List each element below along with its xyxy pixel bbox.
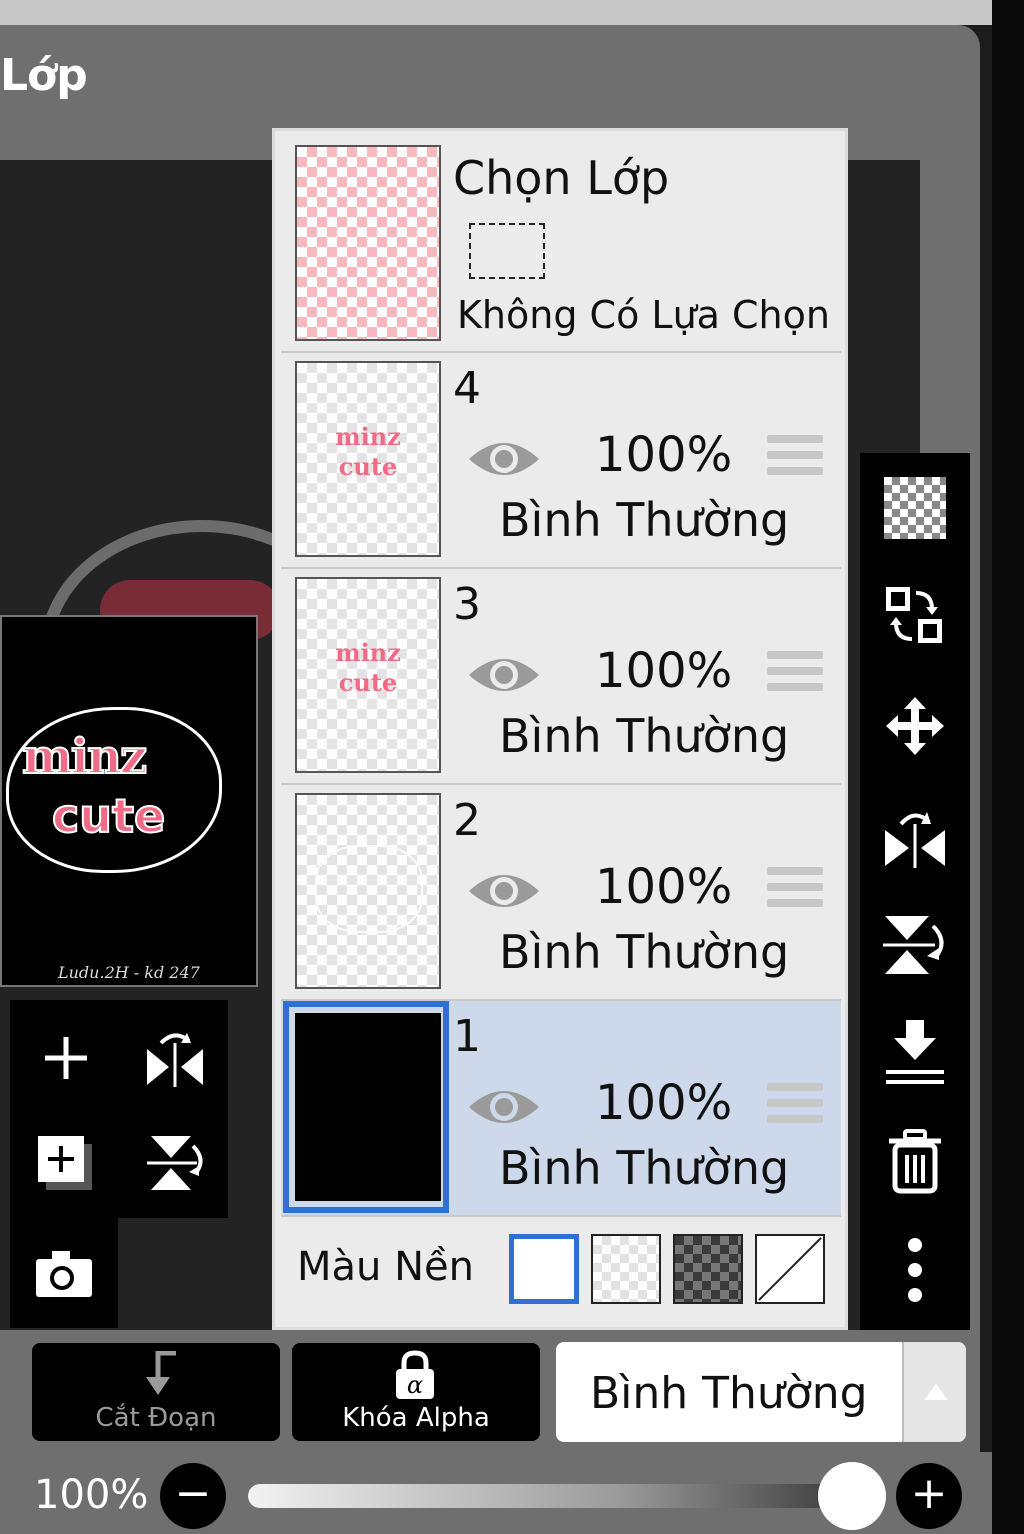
layer-row-1[interactable]: 1 100% Bình Thường — [281, 1001, 841, 1217]
cloud-outline — [315, 845, 423, 933]
layer-number: 4 — [453, 363, 481, 414]
swap-layers-icon[interactable] — [882, 583, 948, 649]
layer-opacity: 100% — [595, 859, 733, 915]
layer-blend-mode[interactable]: Bình Thường — [499, 709, 789, 763]
decrease-opacity-button[interactable]: − — [160, 1463, 226, 1529]
drag-handle-icon[interactable] — [767, 435, 823, 479]
layer-thumbnail — [295, 1013, 441, 1201]
left-toolbar-bottom — [10, 1218, 118, 1328]
layer-row-3[interactable]: minz cute 3 100% Bình Thường — [281, 569, 841, 785]
blend-mode-value: Bình Thường — [590, 1368, 868, 1419]
flip-horizontal-icon[interactable] — [140, 1024, 210, 1090]
layer-opacity: 100% — [595, 1075, 733, 1131]
layer-thumbnail: minz cute — [295, 577, 441, 773]
preview-word-1: minz — [21, 728, 148, 786]
opacity-slider-track[interactable] — [248, 1484, 868, 1508]
visibility-eye-icon[interactable] — [467, 867, 541, 915]
camera-icon[interactable] — [32, 1246, 96, 1302]
visibility-eye-icon[interactable] — [467, 435, 541, 483]
alpha-lock-label: Khóa Alpha — [342, 1403, 490, 1433]
flip-vertical-icon[interactable] — [882, 911, 948, 977]
layer-thumbnail: minz cute — [295, 361, 441, 557]
layer-opacity: 100% — [595, 427, 733, 483]
layer-blend-mode[interactable]: Bình Thường — [499, 925, 789, 979]
bg-swatch-light-checker[interactable] — [591, 1234, 661, 1304]
thumb-text: cute — [338, 668, 398, 697]
bg-swatch-none[interactable] — [755, 1234, 825, 1304]
layer-number: 3 — [453, 579, 481, 630]
selection-title: Chọn Lớp — [453, 151, 670, 205]
layer-number: 1 — [453, 1011, 481, 1062]
selection-status: Không Có Lựa Chọn — [457, 293, 830, 337]
blend-mode-dropdown[interactable]: Bình Thường — [556, 1342, 966, 1442]
thumb-text: minz — [335, 422, 401, 451]
preview-signature: Ludu.2H - kd 247 — [58, 963, 200, 982]
layer-row-2[interactable]: 2 100% Bình Thường — [281, 785, 841, 1001]
visibility-eye-icon[interactable] — [467, 1083, 541, 1131]
preview-word-2: cute — [51, 788, 166, 844]
trash-icon[interactable] — [882, 1129, 948, 1195]
clipping-label: Cắt Đoạn — [95, 1403, 217, 1433]
layer-number: 2 — [453, 795, 481, 846]
layer-opacity: 100% — [595, 643, 733, 699]
background-color-row: Màu Nền — [281, 1216, 841, 1324]
screen-edge — [992, 0, 1024, 1534]
merge-down-icon[interactable] — [882, 1019, 948, 1085]
drag-handle-icon[interactable] — [767, 867, 823, 911]
selection-marquee-icon — [469, 223, 545, 279]
svg-text:α: α — [407, 1371, 423, 1399]
canvas-preview[interactable]: minz cute Ludu.2H - kd 247 — [0, 615, 258, 987]
transparency-icon[interactable] — [882, 475, 948, 541]
more-icon[interactable] — [882, 1237, 948, 1303]
increase-opacity-button[interactable]: + — [896, 1463, 962, 1529]
thumb-text: cute — [338, 452, 398, 481]
opacity-slider-thumb[interactable] — [818, 1462, 886, 1530]
thumb-text: minz — [335, 638, 401, 667]
visibility-eye-icon[interactable] — [467, 651, 541, 699]
alpha-lock-button[interactable]: α Khóa Alpha — [292, 1343, 540, 1441]
drag-handle-icon[interactable] — [767, 651, 823, 695]
left-toolbar — [10, 1000, 228, 1218]
layer-blend-mode[interactable]: Bình Thường — [499, 1141, 789, 1195]
layers-list: Chọn Lớp Không Có Lựa Chọn minz cute 4 1… — [272, 128, 848, 1330]
flip-horizontal-icon[interactable] — [882, 803, 948, 869]
dropdown-arrow-icon[interactable] — [902, 1342, 966, 1442]
move-icon[interactable] — [882, 693, 948, 759]
layer-row-4[interactable]: minz cute 4 100% Bình Thường — [281, 353, 841, 569]
status-strip — [0, 0, 992, 25]
add-copy-icon[interactable] — [34, 1132, 98, 1196]
clipping-button[interactable]: Cắt Đoạn — [32, 1343, 280, 1441]
selection-layer-row[interactable]: Chọn Lớp Không Có Lựa Chọn — [281, 137, 841, 353]
panel-title: Lớp — [0, 50, 88, 101]
add-layer-icon[interactable] — [36, 1028, 96, 1088]
bg-swatch-dark-checker[interactable] — [673, 1234, 743, 1304]
drag-handle-icon[interactable] — [767, 1083, 823, 1127]
selection-thumbnail — [295, 145, 441, 341]
flip-vertical-icon[interactable] — [140, 1130, 210, 1196]
layer-thumbnail — [295, 793, 441, 989]
lock-icon: α — [396, 1350, 434, 1399]
right-toolbar — [860, 453, 970, 1330]
clip-arrow-icon — [146, 1351, 176, 1395]
layer-blend-mode[interactable]: Bình Thường — [499, 493, 789, 547]
opacity-value: 100% — [34, 1472, 149, 1518]
bg-swatch-white[interactable] — [509, 1234, 579, 1304]
background-color-label: Màu Nền — [297, 1244, 474, 1290]
